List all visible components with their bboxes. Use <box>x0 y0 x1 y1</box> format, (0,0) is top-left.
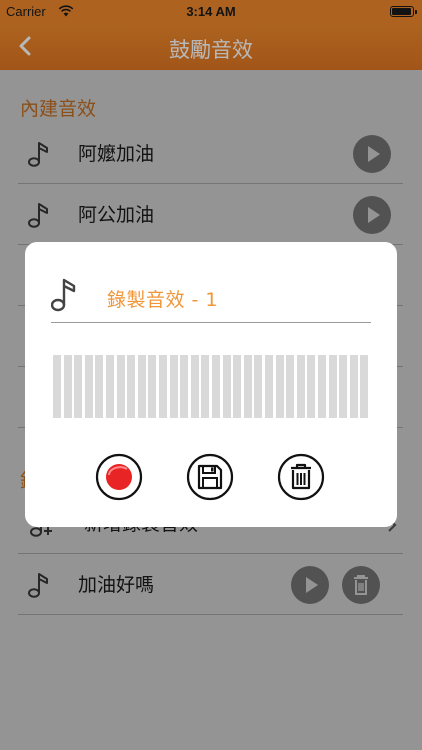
save-icon <box>186 453 234 501</box>
trash-icon <box>277 453 325 501</box>
waveform-bar <box>339 355 348 418</box>
name-field-underline <box>51 322 371 323</box>
waveform-bar <box>349 355 358 418</box>
waveform-bar <box>296 355 305 418</box>
dim-overlay-top <box>0 0 422 70</box>
waveform-bar <box>201 355 210 418</box>
waveform-bar <box>212 355 220 418</box>
music-note-icon <box>51 278 76 312</box>
waveform-bar <box>159 355 167 418</box>
waveform-bar <box>53 355 61 418</box>
waveform-bar <box>127 355 136 418</box>
waveform-bar <box>254 355 263 418</box>
waveform-bar <box>233 355 242 418</box>
waveform-bar <box>169 355 178 418</box>
save-button[interactable] <box>186 453 234 501</box>
waveform-bar <box>243 355 252 418</box>
record-button[interactable] <box>95 453 143 501</box>
waveform <box>52 355 370 418</box>
waveform-bar <box>116 355 125 418</box>
waveform-bar <box>137 355 146 418</box>
waveform-bar <box>286 355 295 418</box>
waveform-bar <box>318 355 326 418</box>
waveform-bar <box>328 355 337 418</box>
waveform-bar <box>360 355 369 418</box>
waveform-bar <box>95 355 104 418</box>
waveform-bar <box>180 355 189 418</box>
waveform-bar <box>307 355 316 418</box>
record-icon <box>95 453 143 501</box>
recording-name-field[interactable]: 錄製音效 - 1 <box>107 285 218 312</box>
waveform-bar <box>222 355 231 418</box>
waveform-bar <box>265 355 273 418</box>
waveform-bar <box>106 355 114 418</box>
waveform-bar <box>275 355 284 418</box>
waveform-bar <box>84 355 93 418</box>
waveform-bar <box>74 355 83 418</box>
waveform-bar <box>63 355 72 418</box>
waveform-bar <box>190 355 199 418</box>
waveform-bar <box>148 355 157 418</box>
delete-recording-button[interactable] <box>277 453 325 501</box>
recording-dialog: 錄製音效 - 1 <box>25 242 397 527</box>
